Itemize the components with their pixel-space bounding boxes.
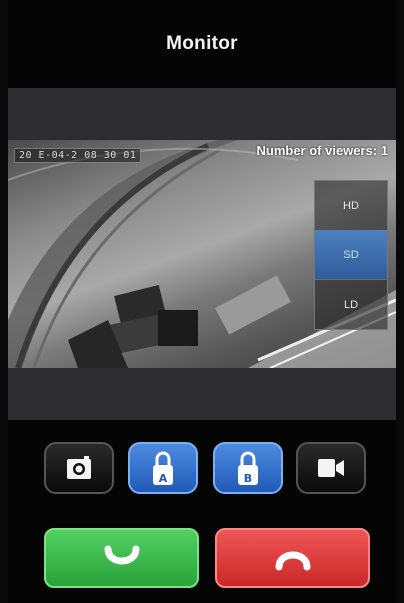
- answer-call-button[interactable]: [44, 528, 199, 588]
- video-feed[interactable]: 20 E-04-2 08 30 01 Number of viewers: 1 …: [8, 140, 396, 368]
- lock-b-icon: B: [236, 449, 260, 487]
- lock-a-icon: A: [151, 449, 175, 487]
- title-bar: Monitor: [8, 0, 396, 88]
- video-camera-icon: [318, 459, 344, 477]
- page-title: Monitor: [166, 33, 238, 54]
- quality-sd-button[interactable]: SD: [315, 230, 387, 280]
- unlock-a-button[interactable]: A: [128, 442, 198, 494]
- phone-hangup-icon: [275, 551, 310, 571]
- lock-b-label: B: [243, 472, 253, 485]
- unlock-b-button[interactable]: B: [213, 442, 283, 494]
- quality-selector: HD SD LD: [314, 180, 388, 330]
- camera-icon: [67, 456, 91, 479]
- monitor-screen: Monitor 20 E-04-2 08 30 01 Number of vie…: [8, 0, 396, 603]
- quality-hd-button[interactable]: HD: [315, 181, 387, 231]
- video-top-bar: [8, 88, 396, 140]
- phone-answer-icon: [104, 545, 139, 565]
- viewer-count: Number of viewers: 1: [256, 143, 389, 158]
- hangup-call-button[interactable]: [215, 528, 370, 588]
- snapshot-button[interactable]: [44, 442, 114, 494]
- quality-ld-button[interactable]: LD: [315, 280, 387, 330]
- video-bottom-bar: [8, 368, 396, 420]
- control-panel: A B: [8, 420, 396, 603]
- lock-a-label: A: [158, 472, 168, 485]
- record-video-button[interactable]: [296, 442, 366, 494]
- video-timestamp: 20 E-04-2 08 30 01: [14, 148, 142, 163]
